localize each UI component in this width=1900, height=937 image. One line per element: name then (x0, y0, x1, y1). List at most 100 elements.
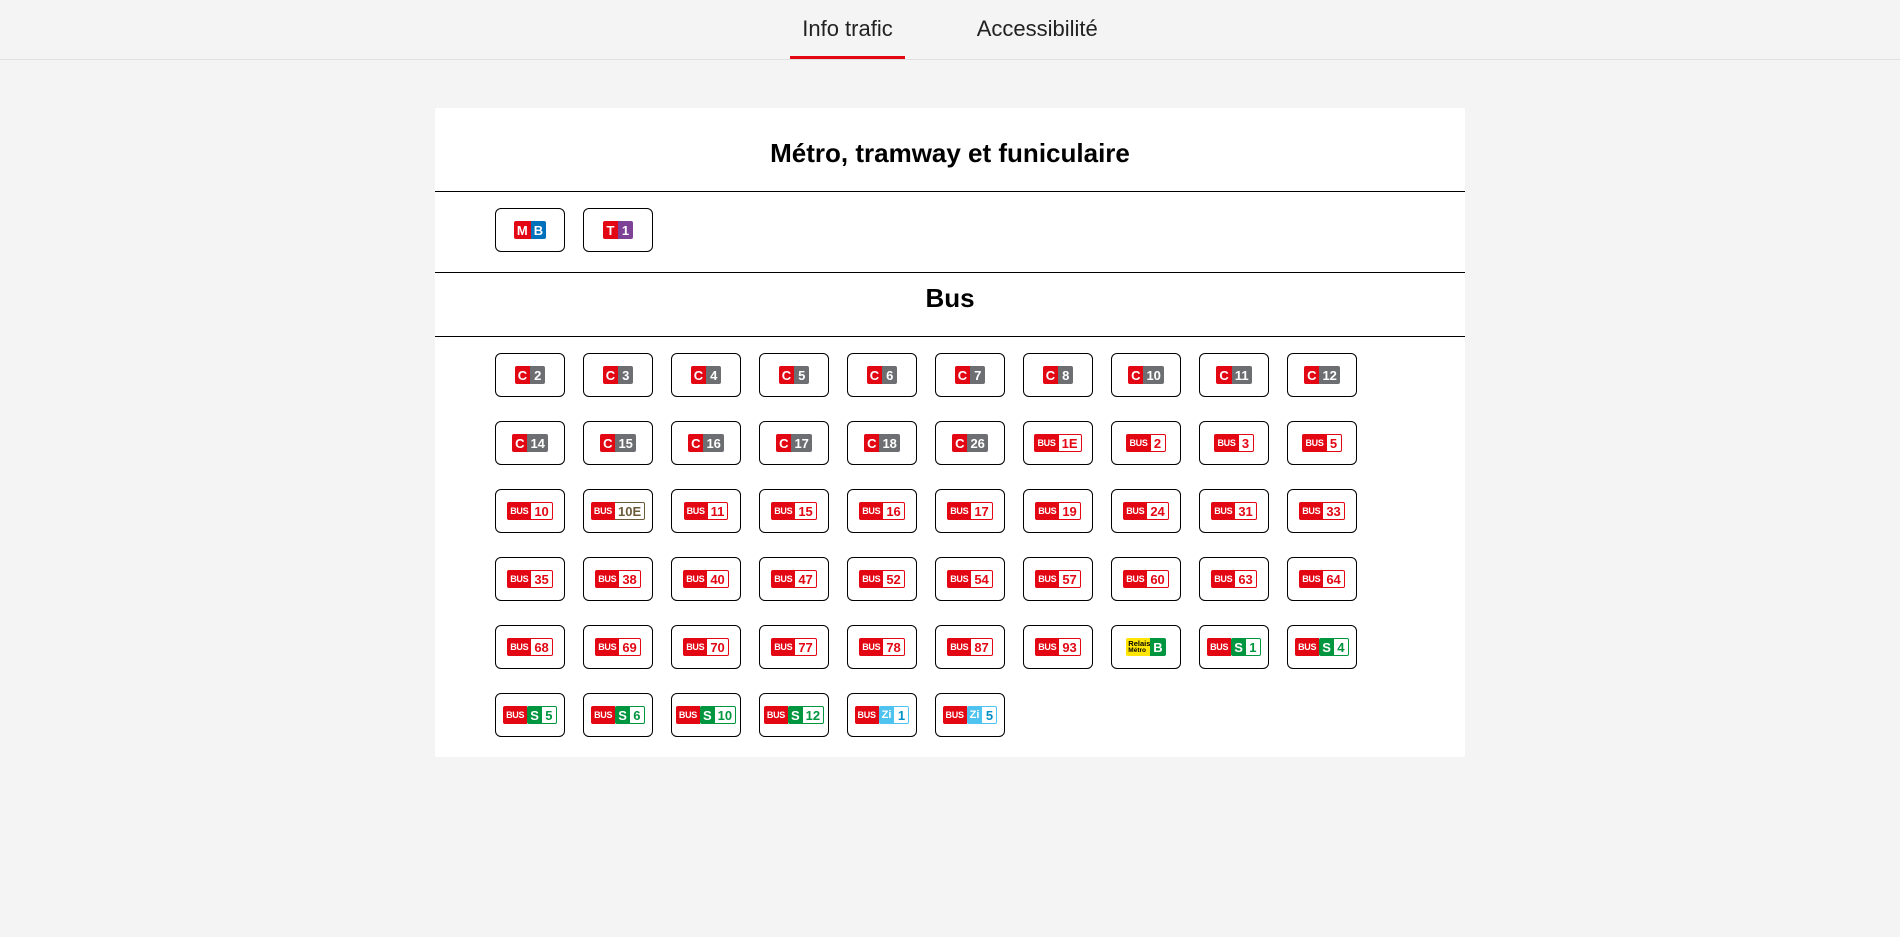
line-number: 69 (619, 638, 640, 656)
line-prefix: C (864, 434, 879, 452)
line-prefix: C (955, 366, 970, 384)
line-btn-c4[interactable]: C4 (671, 353, 741, 397)
section-metro: MB T1 (435, 192, 1465, 273)
line-btn-bus60[interactable]: BUS60 (1111, 557, 1181, 601)
metro-grid: MB T1 (495, 208, 1405, 252)
line-number: B (1150, 638, 1165, 656)
line-prefix: BUS (771, 638, 795, 656)
line-btn-c16[interactable]: C16 (671, 421, 741, 465)
line-btn-bus5[interactable]: BUS5 (1287, 421, 1357, 465)
line-number: 4 (1334, 638, 1349, 656)
line-btn-metro-b[interactable]: MB (495, 208, 565, 252)
line-btn-zi1[interactable]: BUSZi1 (847, 693, 917, 737)
line-btn-bus47[interactable]: BUS47 (759, 557, 829, 601)
line-btn-c7[interactable]: C7 (935, 353, 1005, 397)
tab-accessibilite[interactable]: Accessibilité (965, 0, 1110, 59)
line-btn-s12[interactable]: BUSS12 (759, 693, 829, 737)
line-number: 77 (795, 638, 816, 656)
line-prefix: BUS (943, 706, 967, 724)
line-btn-relais-B[interactable]: RelaisMétroB (1111, 625, 1181, 669)
line-btn-c3[interactable]: C3 (583, 353, 653, 397)
line-btn-bus52[interactable]: BUS52 (847, 557, 917, 601)
line-prefix: BUS (1034, 434, 1058, 452)
line-btn-zi5[interactable]: BUSZi5 (935, 693, 1005, 737)
line-btn-s1[interactable]: BUSS1 (1199, 625, 1269, 669)
line-btn-bus57[interactable]: BUS57 (1023, 557, 1093, 601)
line-btn-bus38[interactable]: BUS38 (583, 557, 653, 601)
line-number: 5 (542, 706, 557, 724)
line-number: 11 (1232, 366, 1252, 384)
line-btn-bus19[interactable]: BUS19 (1023, 489, 1093, 533)
line-btn-bus3[interactable]: BUS3 (1199, 421, 1269, 465)
line-btn-bus2[interactable]: BUS2 (1111, 421, 1181, 465)
line-prefix: T (603, 221, 618, 239)
line-btn-bus40[interactable]: BUS40 (671, 557, 741, 601)
line-prefix: BUS (859, 502, 883, 520)
line-prefix: C (603, 366, 618, 384)
line-btn-bus35[interactable]: BUS35 (495, 557, 565, 601)
line-btn-bus68[interactable]: BUS68 (495, 625, 565, 669)
line-prefix: BUS (1299, 502, 1323, 520)
line-number: 4 (706, 366, 721, 384)
line-number: 35 (531, 570, 552, 588)
line-number: 17 (971, 502, 992, 520)
line-prefix: BUS (595, 570, 619, 588)
line-number: 38 (619, 570, 640, 588)
line-prefix: BUS (771, 570, 795, 588)
line-btn-s6[interactable]: BUSS6 (583, 693, 653, 737)
line-btn-bus64[interactable]: BUS64 (1287, 557, 1357, 601)
line-btn-bus10[interactable]: BUS10 (495, 489, 565, 533)
line-prefix: BUS (947, 638, 971, 656)
line-btn-bus70[interactable]: BUS70 (671, 625, 741, 669)
line-prefix: BUS (859, 638, 883, 656)
line-number: 47 (795, 570, 816, 588)
line-btn-bus16[interactable]: BUS16 (847, 489, 917, 533)
line-btn-c11[interactable]: C11 (1199, 353, 1269, 397)
line-btn-bus63[interactable]: BUS63 (1199, 557, 1269, 601)
line-btn-s10[interactable]: BUSS10 (671, 693, 741, 737)
line-prefix: BUS (1299, 570, 1323, 588)
line-btn-c6[interactable]: C6 (847, 353, 917, 397)
line-number: 60 (1147, 570, 1168, 588)
line-prefix: BUS (1211, 502, 1235, 520)
line-btn-bus78[interactable]: BUS78 (847, 625, 917, 669)
line-prefix: C (1043, 366, 1058, 384)
line-btn-c18[interactable]: C18 (847, 421, 917, 465)
line-btn-c14[interactable]: C14 (495, 421, 565, 465)
line-btn-bus93[interactable]: BUS93 (1023, 625, 1093, 669)
line-btn-bus1E[interactable]: BUS1E (1023, 421, 1093, 465)
line-number: 1E (1059, 434, 1082, 452)
line-btn-c8[interactable]: C8 (1023, 353, 1093, 397)
relais-label: RelaisMétro (1126, 638, 1150, 656)
line-prefix: BUS (683, 570, 707, 588)
line-prefix: C (691, 366, 706, 384)
line-btn-bus24[interactable]: BUS24 (1111, 489, 1181, 533)
line-btn-bus33[interactable]: BUS33 (1287, 489, 1357, 533)
line-btn-bus31[interactable]: BUS31 (1199, 489, 1269, 533)
line-btn-c15[interactable]: C15 (583, 421, 653, 465)
line-btn-c12[interactable]: C12 (1287, 353, 1357, 397)
line-btn-s4[interactable]: BUSS4 (1287, 625, 1357, 669)
line-btn-s5[interactable]: BUSS5 (495, 693, 565, 737)
line-btn-bus54[interactable]: BUS54 (935, 557, 1005, 601)
line-btn-bus11[interactable]: BUS11 (671, 489, 741, 533)
line-number: 17 (791, 434, 811, 452)
line-btn-bus69[interactable]: BUS69 (583, 625, 653, 669)
line-btn-bus87[interactable]: BUS87 (935, 625, 1005, 669)
line-number: 2 (1151, 434, 1166, 452)
line-btn-c17[interactable]: C17 (759, 421, 829, 465)
line-btn-c2[interactable]: C2 (495, 353, 565, 397)
line-number: 63 (1235, 570, 1256, 588)
tab-info-trafic[interactable]: Info trafic (790, 0, 904, 59)
line-btn-c5[interactable]: C5 (759, 353, 829, 397)
line-btn-bus15[interactable]: BUS15 (759, 489, 829, 533)
line-btn-c10[interactable]: C10 (1111, 353, 1181, 397)
line-number: 57 (1059, 570, 1080, 588)
line-number: B (531, 221, 546, 239)
line-btn-tram-1[interactable]: T1 (583, 208, 653, 252)
line-btn-bus17[interactable]: BUS17 (935, 489, 1005, 533)
line-btn-c26[interactable]: C26 (935, 421, 1005, 465)
line-btn-bus10E[interactable]: BUS10E (583, 489, 653, 533)
line-btn-bus77[interactable]: BUS77 (759, 625, 829, 669)
line-prefix: BUS (1295, 638, 1319, 656)
